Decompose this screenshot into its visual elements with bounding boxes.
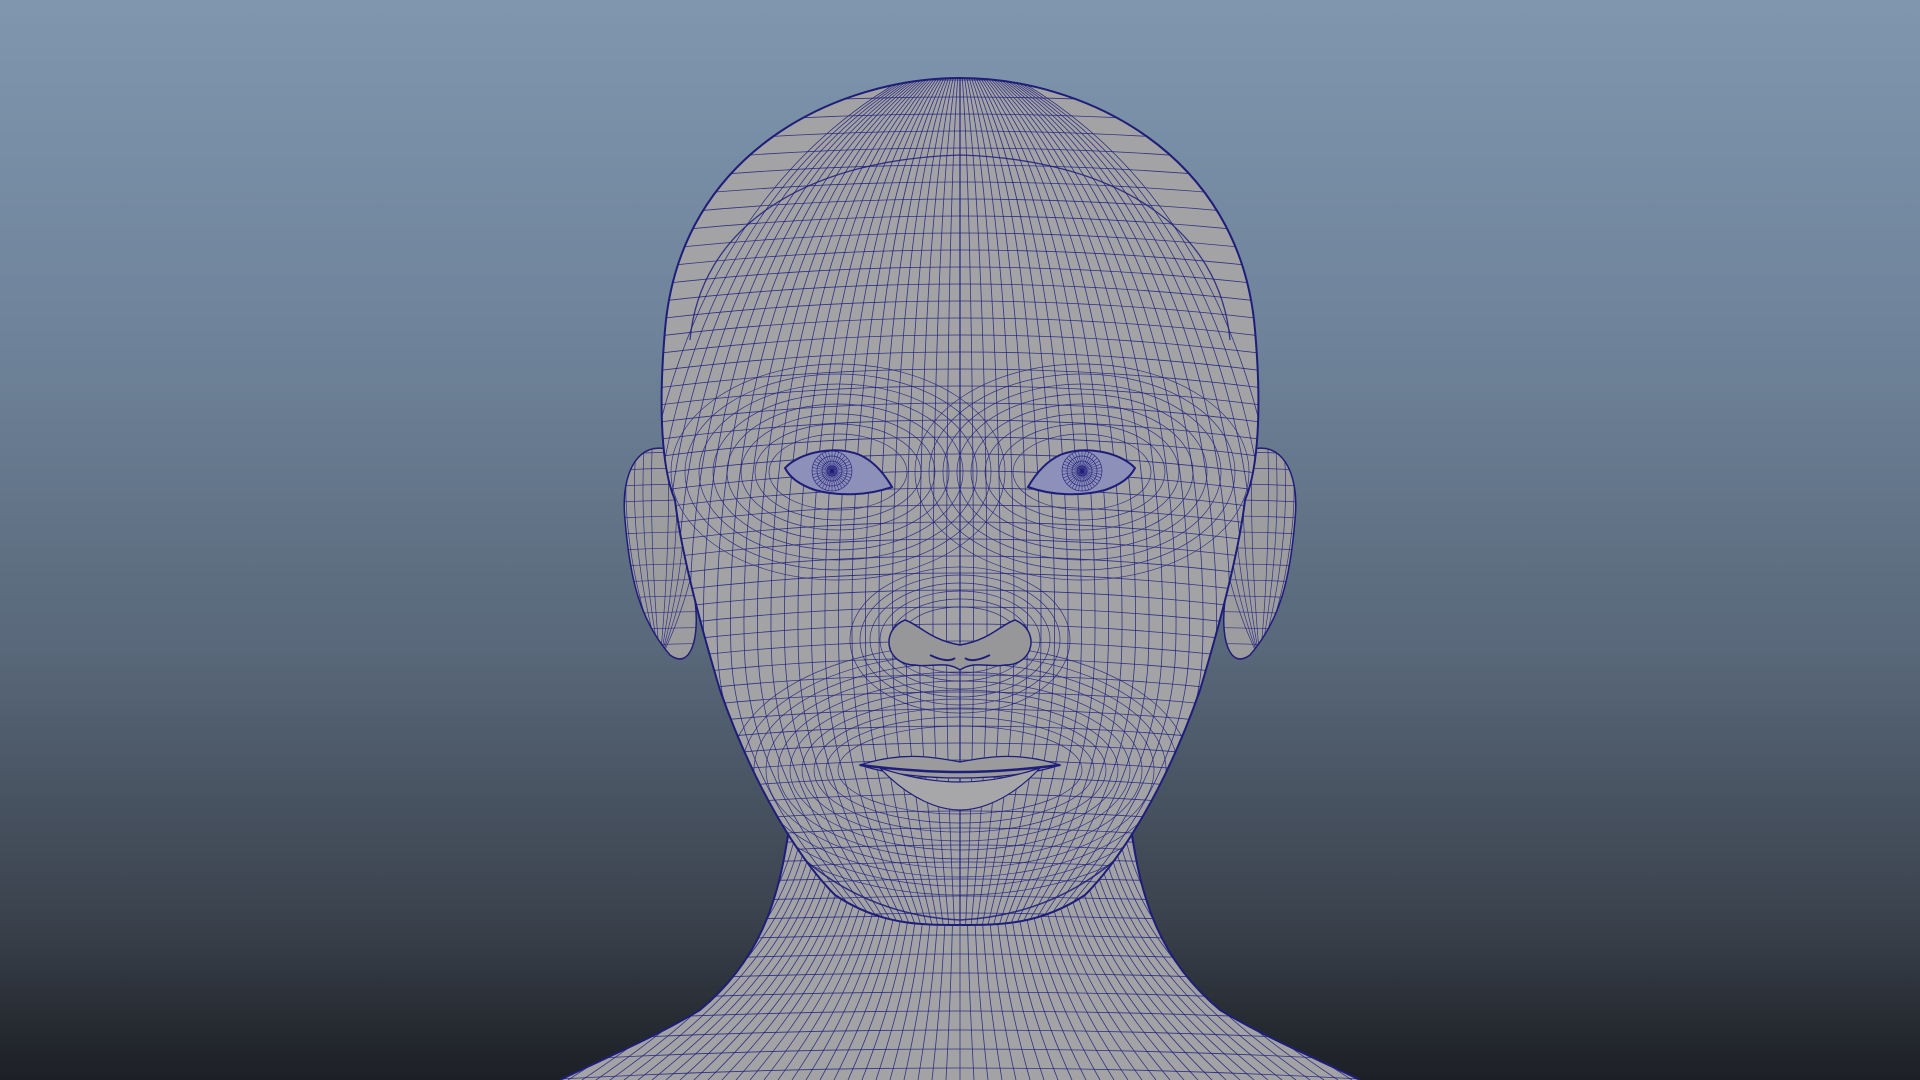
head-mesh bbox=[660, 76, 1260, 926]
3d-viewport[interactable] bbox=[0, 0, 1920, 1080]
viewport-canvas[interactable] bbox=[0, 0, 1920, 1080]
